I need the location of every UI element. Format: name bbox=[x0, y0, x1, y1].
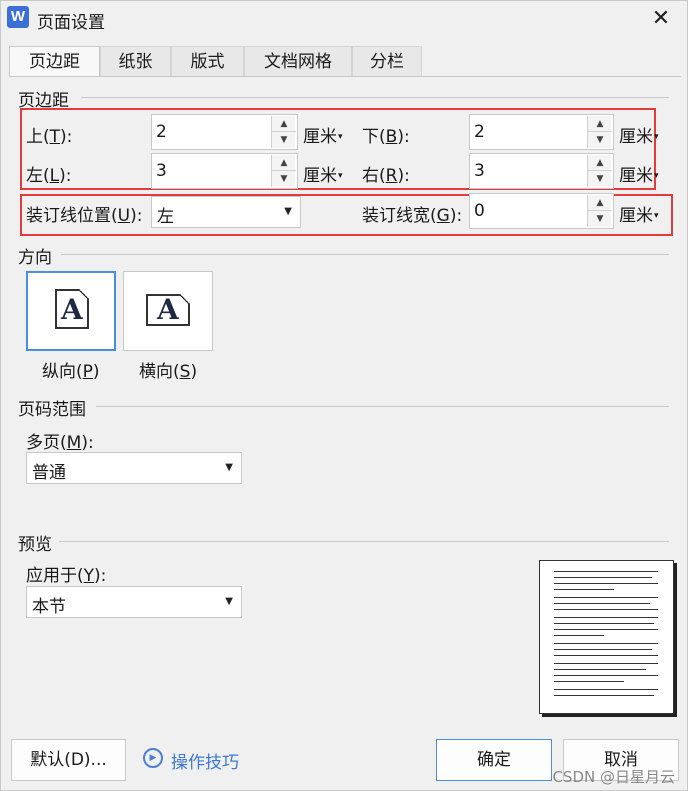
bottom-margin-value: 2 bbox=[474, 122, 485, 142]
portrait-page-icon: A bbox=[55, 289, 89, 329]
spin-up-icon[interactable]: ▲ bbox=[272, 116, 296, 132]
default-button[interactable]: 默认(D)... bbox=[11, 739, 126, 781]
right-margin-spinner[interactable]: 3 ▲ ▼ bbox=[469, 153, 614, 189]
spin-down-icon[interactable]: ▼ bbox=[588, 211, 612, 227]
divider bbox=[59, 541, 669, 542]
multiple-pages-select[interactable]: 普通 ▼ bbox=[26, 452, 242, 484]
divider bbox=[96, 406, 669, 407]
gutter-position-select[interactable]: 左 ▼ bbox=[151, 196, 301, 228]
portrait-label: 纵向(P) bbox=[42, 362, 100, 382]
spin-down-icon[interactable]: ▼ bbox=[588, 171, 612, 187]
spin-down-icon[interactable]: ▼ bbox=[588, 132, 612, 148]
tab-layout[interactable]: 版式 bbox=[171, 46, 244, 77]
tab-paper[interactable]: 纸张 bbox=[100, 46, 171, 77]
dialog-title: 页面设置 bbox=[37, 13, 105, 33]
gutter-width-value: 0 bbox=[474, 201, 485, 221]
apply-to-label: 应用于(Y): bbox=[26, 566, 107, 586]
chevron-down-icon: ▼ bbox=[225, 596, 233, 607]
right-margin-unit-dropdown[interactable]: 厘米▾ bbox=[619, 161, 659, 186]
divider bbox=[81, 97, 669, 98]
gutter-width-label: 装订线宽(G): bbox=[362, 206, 463, 226]
left-margin-unit-dropdown[interactable]: 厘米▾ bbox=[303, 161, 343, 186]
chevron-down-icon: ▼ bbox=[284, 206, 292, 217]
gutter-width-spinner[interactable]: 0 ▲ ▼ bbox=[469, 193, 614, 229]
gutter-position-label: 装订线位置(U): bbox=[26, 206, 143, 226]
right-margin-value: 3 bbox=[474, 161, 485, 181]
spin-down-icon[interactable]: ▼ bbox=[272, 132, 296, 148]
tab-margins[interactable]: 页边距 bbox=[9, 46, 100, 78]
divider bbox=[61, 254, 669, 255]
chevron-down-icon: ▼ bbox=[225, 462, 233, 473]
multiple-pages-label: 多页(M): bbox=[26, 433, 94, 453]
tips-link[interactable]: 操作技巧 bbox=[171, 748, 239, 773]
bottom-margin-unit-dropdown[interactable]: 厘米▾ bbox=[619, 122, 659, 147]
left-margin-value: 3 bbox=[156, 161, 167, 181]
bottom-margin-label: 下(B): bbox=[362, 127, 410, 147]
landscape-button[interactable]: A bbox=[123, 271, 213, 351]
portrait-button[interactable]: A bbox=[26, 271, 116, 351]
left-margin-label: 左(L): bbox=[26, 166, 72, 186]
close-icon[interactable]: ✕ bbox=[643, 3, 679, 35]
page-range-section-label: 页码范围 bbox=[18, 400, 86, 420]
spin-up-icon[interactable]: ▲ bbox=[588, 155, 612, 171]
top-margin-spinner[interactable]: 2 ▲ ▼ bbox=[151, 114, 298, 150]
right-margin-label: 右(R): bbox=[362, 166, 410, 186]
watermark: CSDN @日星月云 bbox=[552, 768, 675, 786]
bottom-margin-spinner[interactable]: 2 ▲ ▼ bbox=[469, 114, 614, 150]
spin-up-icon[interactable]: ▲ bbox=[588, 116, 612, 132]
tab-doc-grid[interactable]: 文档网格 bbox=[244, 46, 352, 77]
orientation-section-label: 方向 bbox=[18, 248, 52, 268]
spin-up-icon[interactable]: ▲ bbox=[588, 195, 612, 211]
play-circle-icon[interactable]: ▶ bbox=[143, 748, 163, 768]
gutter-width-unit-dropdown[interactable]: 厘米▾ bbox=[619, 201, 659, 226]
title-bar: W 页面设置 ✕ bbox=[1, 1, 687, 38]
top-margin-label: 上(T): bbox=[26, 127, 73, 147]
spin-up-icon[interactable]: ▲ bbox=[272, 155, 296, 171]
top-margin-unit-dropdown[interactable]: 厘米▾ bbox=[303, 122, 343, 147]
wps-writer-icon: W bbox=[7, 6, 29, 28]
spin-down-icon[interactable]: ▼ bbox=[272, 171, 296, 187]
preview-section-label: 预览 bbox=[18, 535, 52, 555]
landscape-page-icon: A bbox=[146, 293, 190, 326]
apply-to-select[interactable]: 本节 ▼ bbox=[26, 586, 242, 618]
ok-button[interactable]: 确定 bbox=[436, 739, 552, 781]
page-preview bbox=[539, 560, 674, 714]
top-margin-value: 2 bbox=[156, 122, 167, 142]
landscape-label: 横向(S) bbox=[139, 362, 198, 382]
left-margin-spinner[interactable]: 3 ▲ ▼ bbox=[151, 153, 298, 189]
page-setup-dialog: W 页面设置 ✕ 页边距 纸张 版式 文档网格 分栏 页边距 上(T): 2 ▲… bbox=[0, 0, 688, 791]
tab-columns[interactable]: 分栏 bbox=[352, 46, 422, 77]
